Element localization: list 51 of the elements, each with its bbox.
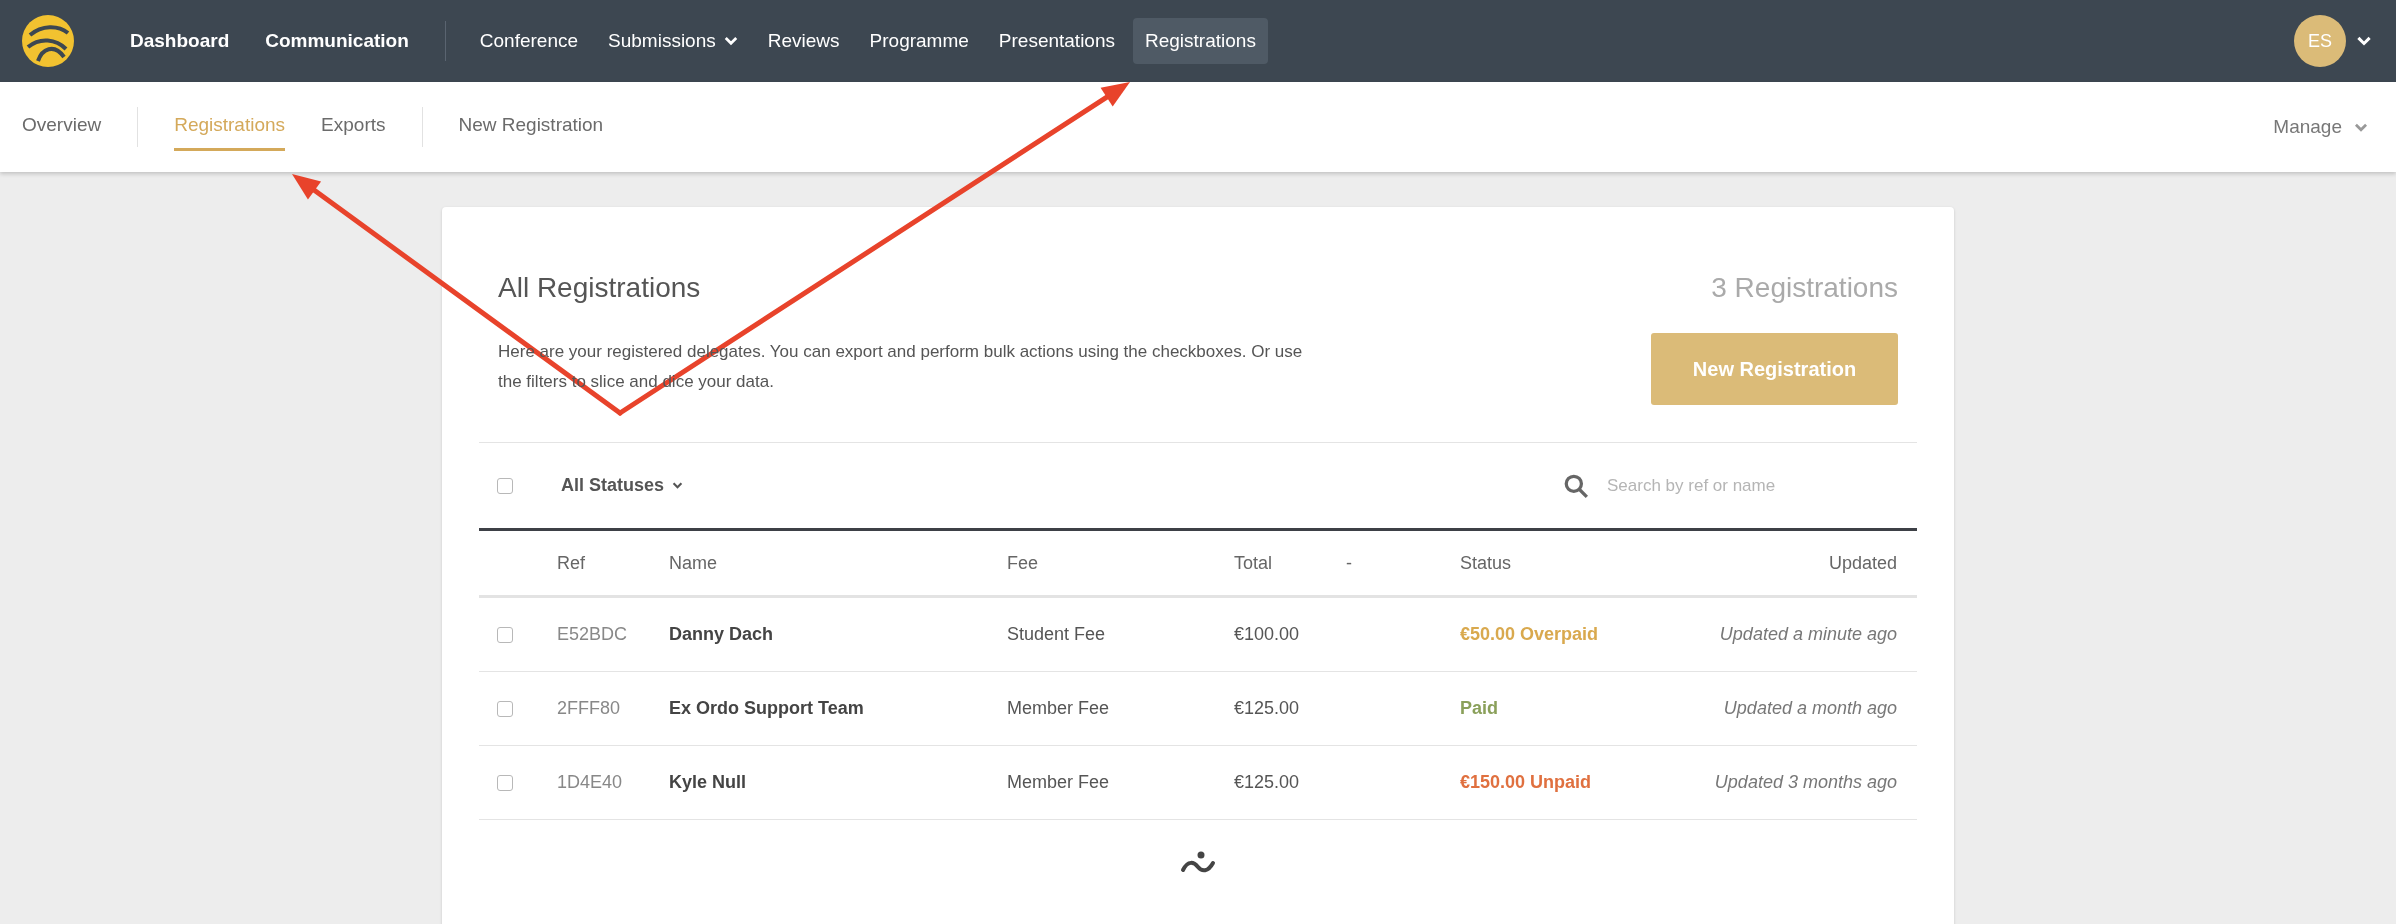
sub-nav-tab[interactable]: Overview xyxy=(22,103,102,151)
column-header: Name xyxy=(669,551,717,575)
column-header: Total xyxy=(1234,551,1273,575)
search-icon xyxy=(1563,472,1589,499)
table-cell-text: Member Fee xyxy=(1007,771,1110,794)
registration-count: 3 Registrations xyxy=(1711,271,1898,305)
status-text: €150.00 Unpaid xyxy=(1460,771,1592,794)
status-text: Paid xyxy=(1460,697,1498,720)
table-cell-text: €125.00 xyxy=(1234,771,1300,794)
table-cell-text: Ex Ordo Support Team xyxy=(669,697,864,720)
checkbox[interactable] xyxy=(497,700,513,717)
table-cell-text: Danny Dach xyxy=(669,623,774,646)
table-cell-text: €100.00 xyxy=(1234,623,1300,646)
nav-tab[interactable]: Reviews xyxy=(755,18,852,64)
table-cell-text: Updated a minute ago xyxy=(1719,623,1897,646)
status-text: €50.00 Overpaid xyxy=(1460,623,1599,646)
status-filter[interactable]: All Statuses xyxy=(561,472,684,499)
table-cell-text: 1D4E40 xyxy=(557,771,623,794)
table-cell-text: Student Fee xyxy=(1007,623,1106,646)
column-header: Status xyxy=(1460,551,1512,575)
nav-link[interactable]: Communication xyxy=(265,26,409,56)
column-header: Ref xyxy=(557,551,585,575)
column-header: Fee xyxy=(1007,551,1039,575)
checkbox[interactable] xyxy=(497,774,513,791)
table-cell-text: Updated 3 months ago xyxy=(1714,771,1897,794)
nav-tab[interactable]: Conference xyxy=(467,18,591,64)
user-menu-chevron-icon xyxy=(2356,36,2372,46)
sub-nav-tab[interactable]: New Registration xyxy=(458,103,604,151)
logo-icon xyxy=(20,13,76,69)
table-cell-text: €125.00 xyxy=(1234,697,1300,720)
card-title: All Registrations xyxy=(498,271,702,305)
table-cell-text: 2FFF80 xyxy=(557,697,621,720)
manage-menu[interactable]: Manage xyxy=(2273,112,2368,142)
nav-tab[interactable]: Submissions xyxy=(596,18,750,64)
search-field[interactable]: Search by ref or name xyxy=(1607,472,1897,499)
chevron-down-icon xyxy=(2354,122,2368,132)
table-cell-text: E52BDC xyxy=(557,623,628,646)
table-cell-text: Kyle Null xyxy=(669,771,747,794)
column-header: Updated xyxy=(1828,551,1897,575)
checkbox[interactable] xyxy=(497,626,513,643)
chevron-down-icon xyxy=(672,482,684,489)
column-header: - xyxy=(1346,551,1352,575)
nav-tab[interactable]: Registrations xyxy=(1133,18,1268,64)
table-cell-text: Updated a month ago xyxy=(1723,697,1897,720)
chevron-down-icon xyxy=(723,36,738,46)
nav-link[interactable]: Dashboard xyxy=(130,26,230,56)
table-cell-text: Member Fee xyxy=(1007,697,1110,720)
sub-nav-tab[interactable]: Exports xyxy=(321,103,386,151)
nav-tab[interactable]: Presentations xyxy=(986,18,1127,64)
nav-tab[interactable]: Programme xyxy=(857,18,981,64)
checkbox[interactable] xyxy=(497,477,513,494)
